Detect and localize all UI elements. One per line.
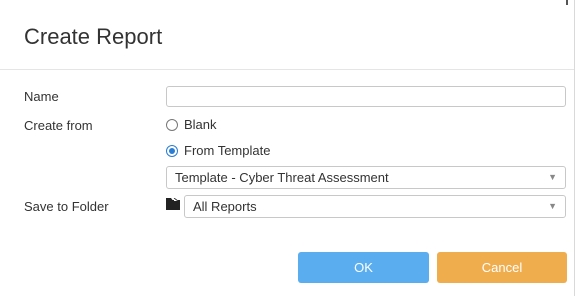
chevron-down-icon: ▼ [548, 172, 557, 182]
create-report-dialog: Create Report Name Create from Blank Fro… [0, 0, 575, 296]
template-select-value: Template - Cyber Threat Assessment [175, 170, 389, 185]
ok-button[interactable]: OK [298, 252, 429, 283]
dialog-title: Create Report [24, 24, 163, 49]
radio-blank[interactable] [166, 118, 178, 131]
folder-select-value: All Reports [193, 199, 257, 214]
name-input[interactable] [166, 86, 566, 107]
cancel-button[interactable]: Cancel [437, 252, 567, 283]
folder-select[interactable]: All Reports ▼ [184, 195, 566, 218]
create-from-label: Create from [24, 118, 93, 133]
folder-icon [166, 198, 180, 210]
name-label: Name [24, 89, 59, 104]
save-folder-label: Save to Folder [24, 199, 109, 214]
radio-blank-label: Blank [184, 117, 217, 132]
radio-template-label: From Template [184, 143, 271, 158]
dialog-header: Create Report [0, 0, 574, 70]
radio-from-template[interactable] [166, 144, 178, 157]
radio-template-option[interactable]: From Template [166, 143, 270, 158]
chevron-down-icon: ▼ [548, 201, 557, 211]
radio-blank-option[interactable]: Blank [166, 117, 217, 132]
template-select[interactable]: Template - Cyber Threat Assessment ▼ [166, 166, 566, 189]
